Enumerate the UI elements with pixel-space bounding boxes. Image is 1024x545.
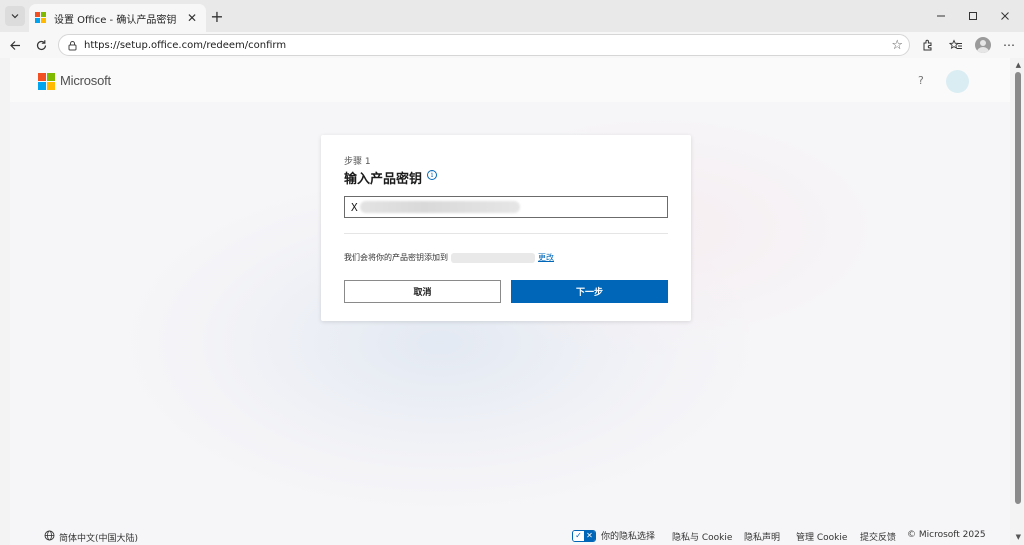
minimize-icon[interactable] — [924, 0, 958, 32]
page-content: Microsoft ? 步骤 1 输入产品密钥 i X 我们会将你的产品密钥添加… — [10, 58, 1010, 545]
privacy-statement-link[interactable]: 隐私声明 — [744, 530, 780, 543]
cancel-button[interactable]: 取消 — [344, 280, 501, 303]
extensions-icon[interactable] — [916, 34, 938, 56]
address-bar[interactable]: https://setup.office.com/redeem/confirm … — [58, 34, 910, 56]
redacted-key — [359, 201, 520, 213]
star-icon[interactable]: ☆ — [891, 38, 903, 53]
globe-icon — [44, 530, 55, 544]
language-label: 简体中文(中国大陆) — [59, 533, 139, 544]
redacted-account — [451, 252, 535, 263]
footer: 简体中文(中国大陆) ✓ ✕ 你的隐私选择 隐私与 Cookie 隐私声明 管理 … — [10, 529, 1010, 545]
favorites-icon[interactable] — [945, 34, 967, 56]
tab-bar: 设置 Office - 确认产品密钥 ✕ + — [0, 0, 1024, 32]
site-header: Microsoft ? — [10, 58, 1010, 102]
feedback-link[interactable]: 提交反馈 — [860, 530, 896, 543]
info-icon[interactable]: i — [427, 170, 437, 180]
url-text: https://setup.office.com/redeem/confirm — [84, 39, 287, 51]
maximize-icon[interactable] — [956, 0, 990, 32]
refresh-icon[interactable] — [30, 34, 52, 56]
microsoft-logo-icon[interactable] — [38, 73, 55, 90]
lock-icon[interactable] — [67, 36, 78, 55]
copyright: © Microsoft 2025 — [907, 530, 986, 540]
plus-icon[interactable]: + — [208, 7, 226, 26]
divider — [344, 233, 668, 234]
privacy-choices-link[interactable]: ✓ ✕ 你的隐私选择 — [572, 529, 655, 542]
privacy-choices-label: 你的隐私选择 — [601, 532, 656, 542]
back-arrow-icon[interactable] — [4, 34, 26, 56]
browser-toolbar: https://setup.office.com/redeem/confirm … — [0, 32, 1024, 58]
change-account-link[interactable]: 更改 — [538, 252, 554, 263]
close-icon[interactable]: ✕ — [184, 10, 200, 26]
profile-icon[interactable] — [972, 34, 994, 56]
scrollbar-thumb[interactable] — [1015, 72, 1021, 504]
product-key-input[interactable]: X — [344, 196, 668, 218]
notice-text: 我们会将你的产品密钥添加到 — [344, 253, 448, 262]
avatar[interactable] — [946, 70, 969, 93]
language-selector[interactable]: 简体中文(中国大陆) — [44, 530, 138, 544]
brand-name[interactable]: Microsoft — [60, 73, 111, 88]
step-label: 步骤 1 — [344, 157, 371, 167]
page-title: 输入产品密钥 — [344, 172, 423, 187]
privacy-toggle-icon: ✓ ✕ — [572, 529, 596, 542]
manage-cookie-link[interactable]: 管理 Cookie — [796, 530, 847, 543]
microsoft-favicon-icon — [35, 12, 47, 24]
scroll-down-icon[interactable]: ▼ — [1016, 533, 1021, 541]
help-icon[interactable]: ? — [918, 74, 924, 87]
scroll-up-icon[interactable]: ▲ — [1016, 61, 1021, 69]
next-button[interactable]: 下一步 — [511, 280, 668, 303]
browser-tab[interactable]: 设置 Office - 确认产品密钥 ✕ — [29, 4, 206, 32]
account-notice: 我们会将你的产品密钥添加到 更改 — [344, 252, 554, 263]
privacy-cookie-link[interactable]: 隐私与 Cookie — [672, 530, 732, 543]
tab-list-icon[interactable] — [5, 6, 25, 26]
product-key-value: X — [351, 200, 358, 214]
product-key-card: 步骤 1 输入产品密钥 i X 我们会将你的产品密钥添加到 更改 取消 下一步 — [321, 135, 691, 321]
tab-title: 设置 Office - 确认产品密钥 — [54, 14, 177, 26]
more-icon[interactable]: ⋯ — [998, 34, 1020, 56]
window-close-icon[interactable] — [988, 0, 1022, 32]
